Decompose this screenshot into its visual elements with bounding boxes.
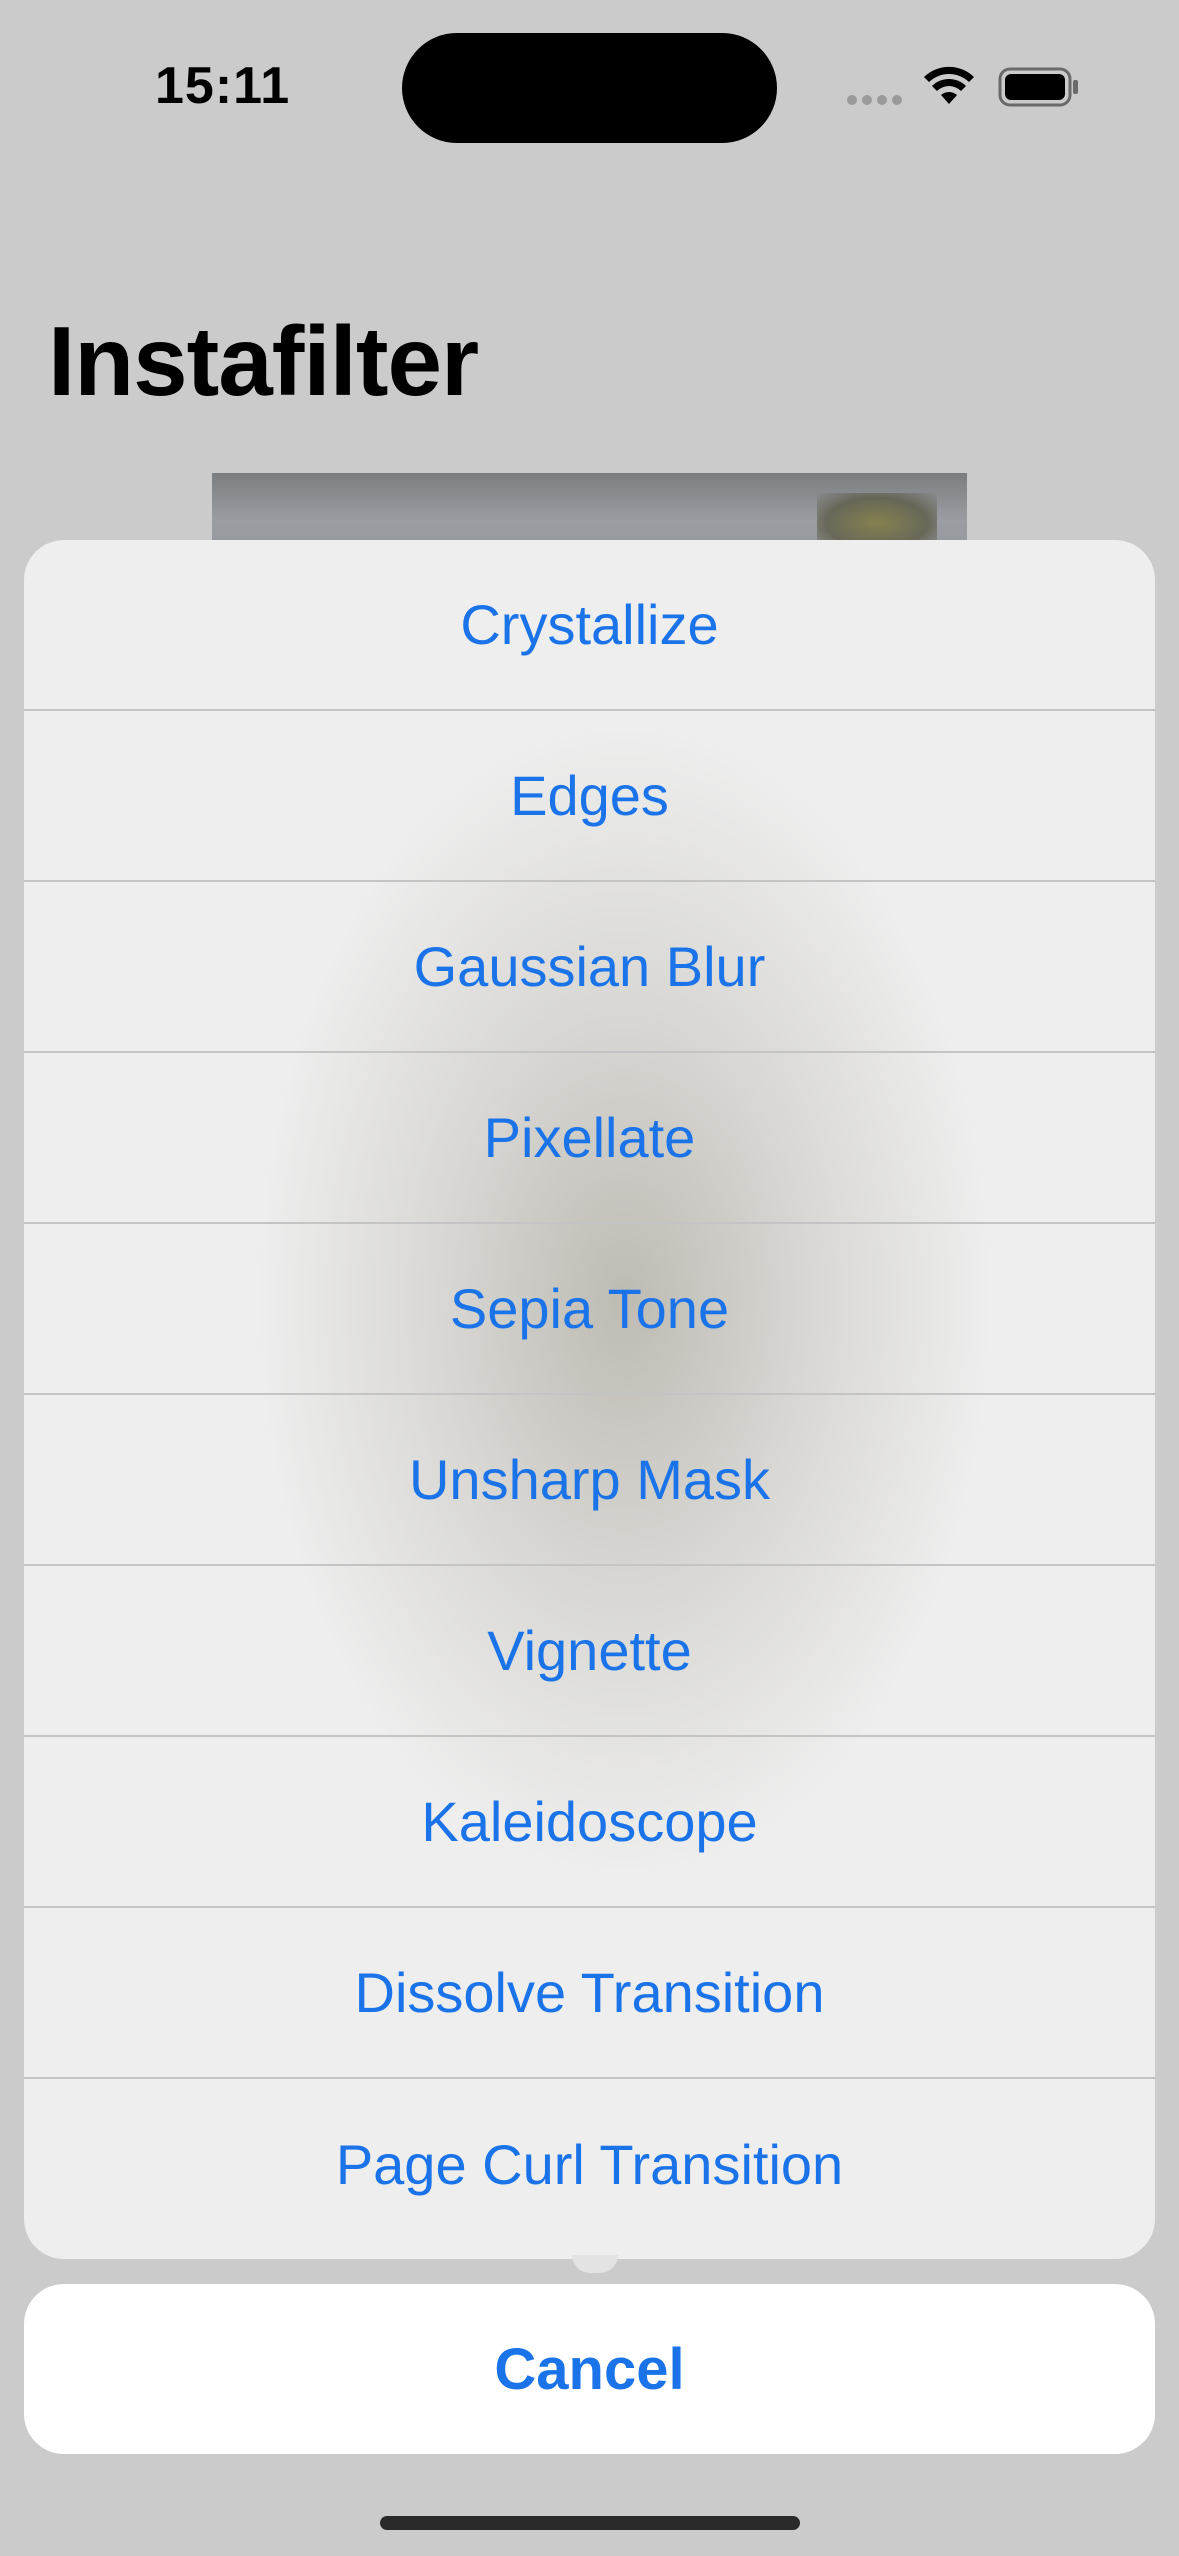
- action-unsharp-mask[interactable]: Unsharp Mask: [24, 1395, 1155, 1566]
- background-control-peek: [572, 2255, 618, 2273]
- action-sepia-tone[interactable]: Sepia Tone: [24, 1224, 1155, 1395]
- dynamic-island: [402, 33, 777, 143]
- action-vignette[interactable]: Vignette: [24, 1566, 1155, 1737]
- action-pixellate[interactable]: Pixellate: [24, 1053, 1155, 1224]
- action-kaleidoscope[interactable]: Kaleidoscope: [24, 1737, 1155, 1908]
- cellular-signal-icon: [847, 95, 902, 105]
- action-crystallize[interactable]: Crystallize: [24, 540, 1155, 711]
- cancel-button[interactable]: Cancel: [24, 2284, 1155, 2454]
- page-title: Instafilter: [48, 306, 479, 416]
- filter-action-sheet: Crystallize Edges Gaussian Blur Pixellat…: [24, 540, 1155, 2259]
- status-time: 15:11: [155, 57, 291, 115]
- action-edges[interactable]: Edges: [24, 711, 1155, 882]
- home-indicator[interactable]: [380, 2516, 800, 2530]
- action-page-curl-transition[interactable]: Page Curl Transition: [24, 2079, 1155, 2250]
- battery-icon: [998, 67, 1078, 107]
- action-gaussian-blur[interactable]: Gaussian Blur: [24, 882, 1155, 1053]
- action-dissolve-transition[interactable]: Dissolve Transition: [24, 1908, 1155, 2079]
- wifi-icon: [924, 66, 974, 104]
